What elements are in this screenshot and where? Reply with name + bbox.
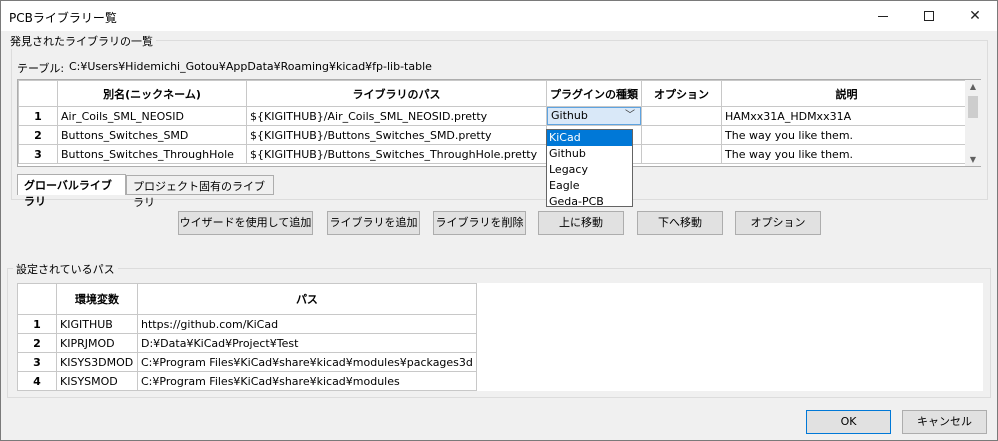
table-row[interactable]: 3 KISYS3DMOD C:¥Program Files¥KiCad¥shar…: [17, 352, 477, 372]
maximize-button[interactable]: [906, 1, 952, 31]
description-cell[interactable]: HAMxx31A_HDMxx31A: [721, 106, 972, 126]
move-down-button[interactable]: 下へ移動: [637, 211, 723, 235]
plugin-type-value: Github: [551, 109, 588, 122]
paths-table: 環境変数 パス 1 KIGITHUB https://github.com/Ki…: [17, 283, 477, 391]
env-var-cell[interactable]: KISYSMOD: [56, 371, 138, 391]
options-cell[interactable]: [641, 106, 722, 126]
column-header-options[interactable]: オプション: [641, 80, 722, 107]
table-row[interactable]: 4 KISYSMOD C:¥Program Files¥KiCad¥share¥…: [17, 371, 477, 391]
libraries-group-label: 発見されたライブラリの一覧: [7, 33, 156, 49]
scroll-down-icon[interactable]: ▼: [965, 155, 981, 164]
env-path-cell[interactable]: C:¥Program Files¥KiCad¥share¥kicad¥modul…: [137, 352, 477, 372]
close-button[interactable]: ✕: [952, 1, 998, 31]
column-header-library-path[interactable]: ライブラリのパス: [246, 80, 547, 107]
env-path-cell[interactable]: C:¥Program Files¥KiCad¥share¥kicad¥modul…: [137, 371, 477, 391]
cancel-button[interactable]: キャンセル: [902, 410, 987, 434]
window-title: PCBライブラリー覧: [9, 11, 117, 25]
nickname-cell[interactable]: Buttons_Switches_ThroughHole: [57, 144, 247, 164]
scroll-up-icon[interactable]: ▲: [965, 82, 981, 91]
row-number[interactable]: 4: [17, 371, 57, 391]
column-header-env-var[interactable]: 環境変数: [56, 283, 138, 315]
env-path-cell[interactable]: D:¥Data¥KiCad¥Project¥Test: [137, 333, 477, 353]
row-number[interactable]: 2: [17, 333, 57, 353]
options-cell[interactable]: [641, 144, 722, 164]
path-cell[interactable]: ${KIGITHUB}/Air_Coils_SML_NEOSID.pretty: [246, 106, 547, 126]
move-up-button[interactable]: 上に移動: [538, 211, 624, 235]
dropdown-option[interactable]: Legacy: [547, 162, 632, 178]
table-row[interactable]: 2 KIPRJMOD D:¥Data¥KiCad¥Project¥Test: [17, 333, 477, 353]
table-path-value: C:¥Users¥Hidemichi_Gotou¥AppData¥Roaming…: [69, 60, 432, 73]
path-cell[interactable]: ${KIGITHUB}/Buttons_Switches_ThroughHole…: [246, 144, 547, 164]
grid-corner: [18, 80, 58, 107]
pcb-library-dialog: PCBライブラリー覧 ✕ 発見されたライブラリの一覧 テーブル: C:¥User…: [0, 0, 998, 441]
dropdown-option[interactable]: KiCad: [547, 130, 632, 146]
dropdown-option[interactable]: Geda-PCB: [547, 194, 632, 210]
path-cell[interactable]: ${KIGITHUB}/Buttons_Switches_SMD.pretty: [246, 125, 547, 145]
env-var-cell[interactable]: KIPRJMOD: [56, 333, 138, 353]
nickname-cell[interactable]: Buttons_Switches_SMD: [57, 125, 247, 145]
table-row[interactable]: 1 KIGITHUB https://github.com/KiCad: [17, 314, 477, 334]
tab-global-libraries[interactable]: グローバルライブラリ: [17, 174, 126, 208]
env-path-cell[interactable]: https://github.com/KiCad: [137, 314, 477, 334]
add-library-button[interactable]: ライブラリを追加: [327, 211, 420, 235]
minimize-icon: [878, 15, 888, 17]
row-number[interactable]: 3: [18, 144, 58, 164]
paths-group-label: 設定されているパス: [13, 261, 118, 277]
table-path-label: テーブル:: [17, 62, 65, 75]
table-row[interactable]: 3 Buttons_Switches_ThroughHole ${KIGITHU…: [18, 144, 972, 164]
options-cell[interactable]: [641, 125, 722, 145]
dropdown-option[interactable]: Eagle: [547, 178, 632, 194]
description-cell[interactable]: The way you like them.: [721, 125, 972, 145]
close-icon: ✕: [969, 8, 981, 24]
tab-project-libraries[interactable]: プロジェクト固有のライブラリ: [126, 175, 274, 209]
paths-grid[interactable]: 環境変数 パス 1 KIGITHUB https://github.com/Ki…: [17, 283, 983, 391]
title-bar: PCBライブラリー覧 ✕: [1, 1, 997, 31]
plugin-type-dropdown-list[interactable]: KiCad Github Legacy Eagle Geda-PCB: [546, 129, 633, 210]
column-header-path[interactable]: パス: [137, 283, 477, 315]
minimize-button[interactable]: [860, 1, 906, 31]
column-header-plugin-type[interactable]: プラグインの種類: [546, 80, 642, 107]
libraries-vertical-scrollbar[interactable]: ▲ ▼: [965, 80, 981, 166]
row-number[interactable]: 1: [18, 106, 58, 126]
env-var-cell[interactable]: KIGITHUB: [56, 314, 138, 334]
column-header-nickname[interactable]: 別名(ニックネーム): [57, 80, 247, 107]
env-var-cell[interactable]: KISYS3DMOD: [56, 352, 138, 372]
nickname-cell[interactable]: Air_Coils_SML_NEOSID: [57, 106, 247, 126]
libraries-table: 別名(ニックネーム) ライブラリのパス プラグインの種類 オプション 説明 1 …: [18, 80, 972, 164]
table-row[interactable]: 2 Buttons_Switches_SMD ${KIGITHUB}/Butto…: [18, 125, 972, 145]
row-number[interactable]: 1: [17, 314, 57, 334]
row-number[interactable]: 2: [18, 125, 58, 145]
maximize-icon: [924, 11, 934, 21]
description-cell[interactable]: The way you like them.: [721, 144, 972, 164]
ok-button[interactable]: OK: [806, 410, 891, 434]
plugin-type-combobox[interactable]: Github ﹀: [547, 107, 641, 125]
options-button[interactable]: オプション: [735, 211, 821, 235]
grid-corner: [17, 283, 57, 315]
scrollbar-thumb[interactable]: [968, 96, 978, 118]
table-row[interactable]: 1 Air_Coils_SML_NEOSID ${KIGITHUB}/Air_C…: [18, 106, 972, 126]
column-header-description[interactable]: 説明: [721, 80, 972, 107]
add-with-wizard-button[interactable]: ウイザードを使用して追加: [178, 211, 313, 235]
libraries-grid[interactable]: 別名(ニックネーム) ライブラリのパス プラグインの種類 オプション 説明 1 …: [17, 79, 981, 167]
row-number[interactable]: 3: [17, 352, 57, 372]
chevron-down-icon[interactable]: ﹀: [625, 108, 635, 124]
remove-library-button[interactable]: ライブラリを削除: [433, 211, 526, 235]
dropdown-option[interactable]: Github: [547, 146, 632, 162]
plugin-cell[interactable]: Github ﹀: [546, 106, 642, 126]
